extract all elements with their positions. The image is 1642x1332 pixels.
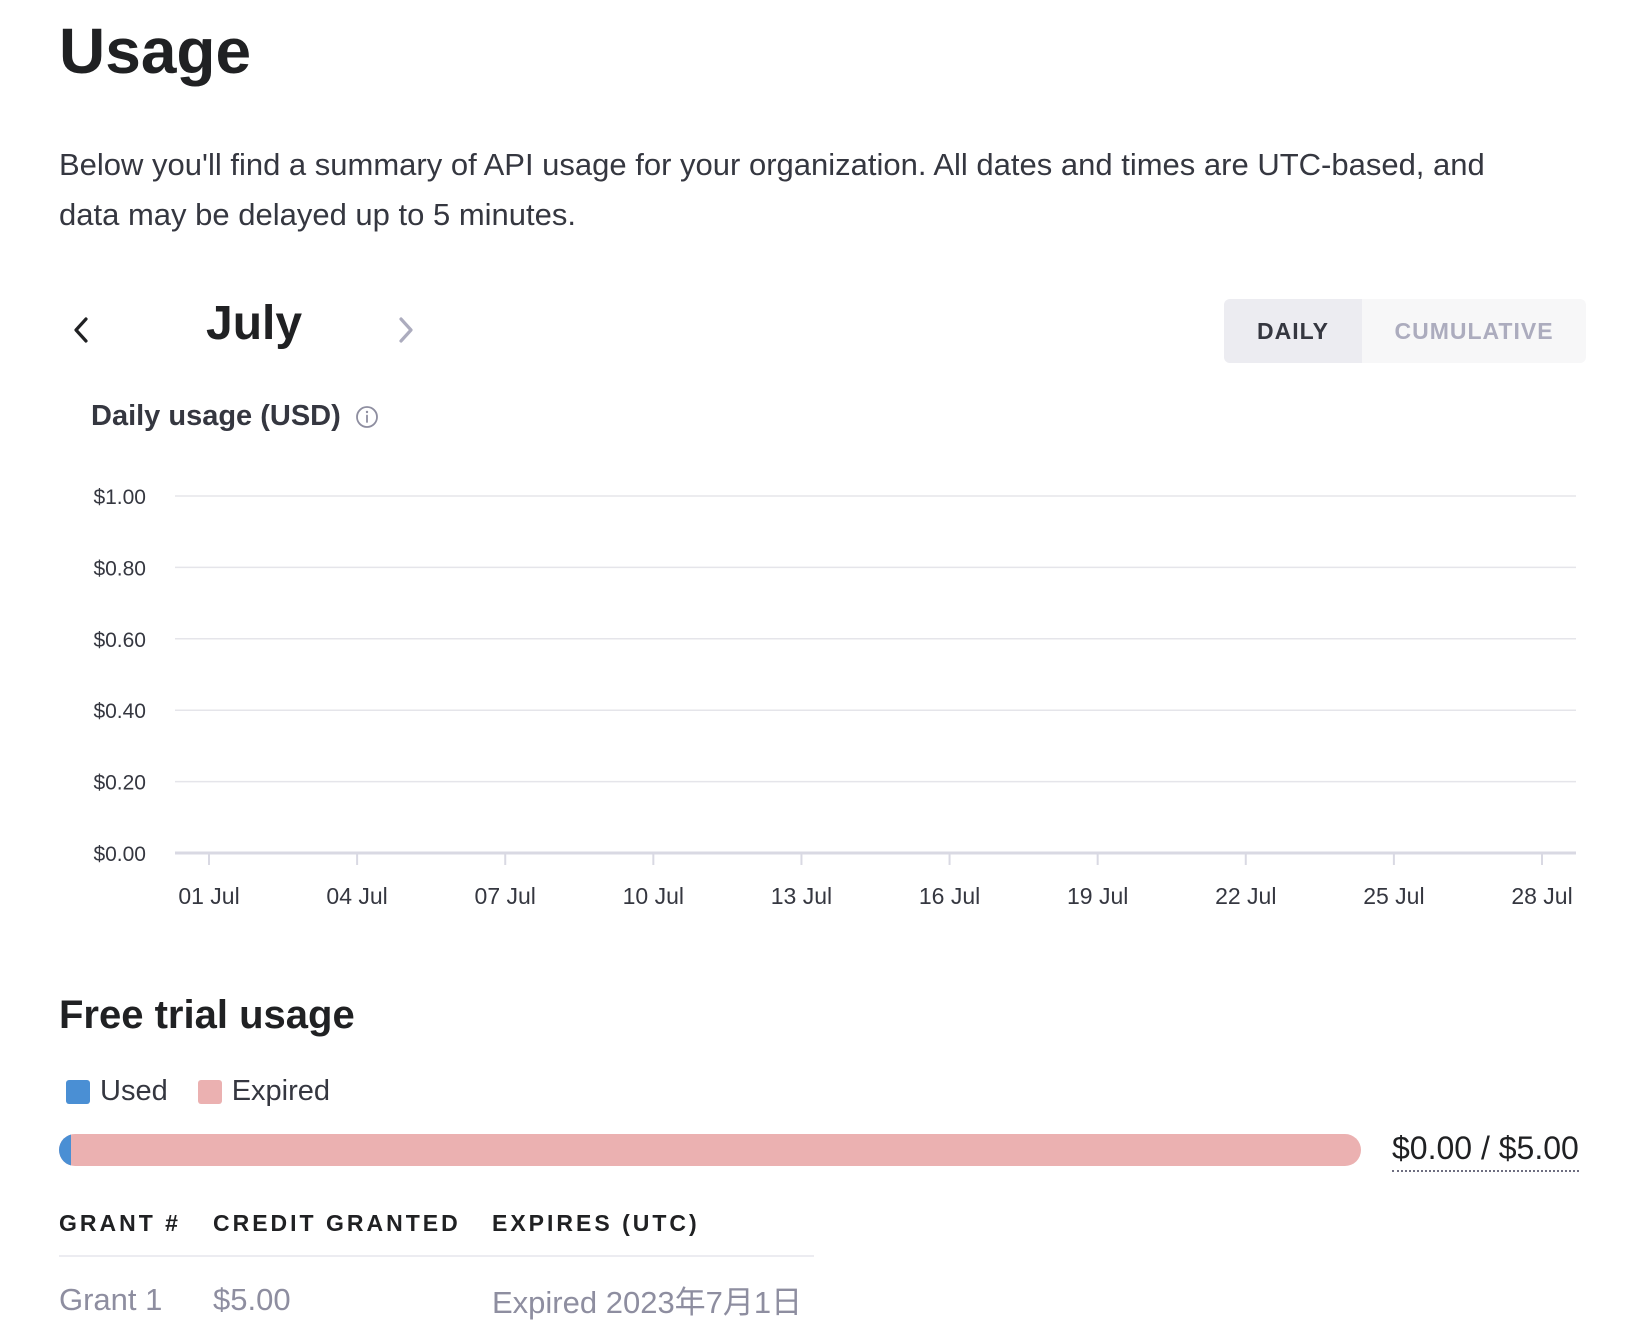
grant-name-cell: Grant 1 <box>59 1281 163 1317</box>
chevron-right-icon <box>399 317 413 343</box>
page-description: Below you'll find a summary of API usage… <box>59 147 1485 232</box>
info-icon[interactable] <box>355 405 379 429</box>
page-title: Usage <box>59 15 252 87</box>
legend-label-used: Used <box>100 1075 168 1107</box>
x-tick-label: 07 Jul <box>475 883 536 909</box>
column-header-credit-granted: CREDIT GRANTED <box>213 1200 492 1257</box>
y-tick-label: $0.20 <box>93 772 146 795</box>
column-header-grant: GRANT # <box>59 1200 213 1257</box>
x-axis-tick-labels: 01 Jul 04 Jul 07 Jul 10 Jul 13 Jul 16 Jul 19 J… <box>178 883 1572 909</box>
credit-granted-cell: $5.00 <box>213 1281 291 1317</box>
x-tick-label: 19 Jul <box>1067 883 1128 909</box>
y-tick-label: $0.80 <box>93 557 146 580</box>
chart-title-row: Daily usage (USD) <box>91 400 379 433</box>
legend-item-used: Used <box>66 1075 168 1108</box>
chart-gridlines <box>175 495 1576 783</box>
grants-header-row: GRANT # CREDIT GRANTED EXPIRES (UTC) <box>59 1200 814 1257</box>
free-trial-legend: Used Expired <box>66 1075 360 1108</box>
expires-cell: Expired 2023年7月1日 <box>492 1285 803 1320</box>
usage-total-amount[interactable]: $0.00 / $5.00 <box>1392 1128 1579 1172</box>
x-tick-label: 04 Jul <box>326 883 387 909</box>
x-axis <box>175 851 1576 865</box>
y-tick-label: $0.00 <box>93 843 146 866</box>
chart-title: Daily usage (USD) <box>91 400 341 432</box>
previous-month-button[interactable] <box>59 290 103 370</box>
legend-item-expired: Expired <box>197 1075 331 1108</box>
column-header-expires: EXPIRES (UTC) <box>492 1200 814 1257</box>
cumulative-toggle-button[interactable]: CUMULATIVE <box>1362 299 1586 363</box>
chevron-left-icon <box>74 317 88 343</box>
current-month-label: July <box>206 297 303 350</box>
legend-label-expired: Expired <box>231 1075 331 1107</box>
x-tick-label: 16 Jul <box>919 883 980 909</box>
progress-used-fill <box>59 1134 71 1166</box>
free-trial-progress-bar <box>59 1134 1361 1166</box>
daily-toggle-button[interactable]: DAILY <box>1224 299 1362 363</box>
grants-table: GRANT # CREDIT GRANTED EXPIRES (UTC) Gra… <box>59 1200 814 1332</box>
free-trial-title: Free trial usage <box>59 993 355 1037</box>
usage-view-toggle: DAILY CUMULATIVE <box>1224 299 1586 363</box>
month-navigator: July <box>59 290 459 370</box>
x-tick-label: 22 Jul <box>1215 883 1276 909</box>
table-row: Grant 1 $5.00 Expired 2023年7月1日 <box>59 1256 814 1332</box>
x-tick-label: 28 Jul <box>1511 883 1572 909</box>
x-tick-label: 01 Jul <box>178 883 239 909</box>
y-tick-label: $0.40 <box>93 700 146 723</box>
y-tick-label: $0.60 <box>93 629 146 652</box>
x-tick-label: 13 Jul <box>771 883 832 909</box>
y-axis-tick-labels: $0.00 $0.20 $0.40 $0.60 $0.80 $1.00 <box>93 486 146 866</box>
legend-swatch-expired <box>197 1079 222 1104</box>
y-tick-label: $1.00 <box>93 486 146 509</box>
daily-usage-chart: $0.00 $0.20 $0.40 $0.60 $0.80 $1.00 01 Jul 04 … <box>93 486 1576 909</box>
next-month-button[interactable] <box>384 290 428 370</box>
x-tick-label: 25 Jul <box>1363 883 1424 909</box>
legend-swatch-used <box>66 1079 90 1104</box>
x-tick-label: 10 Jul <box>623 883 684 909</box>
